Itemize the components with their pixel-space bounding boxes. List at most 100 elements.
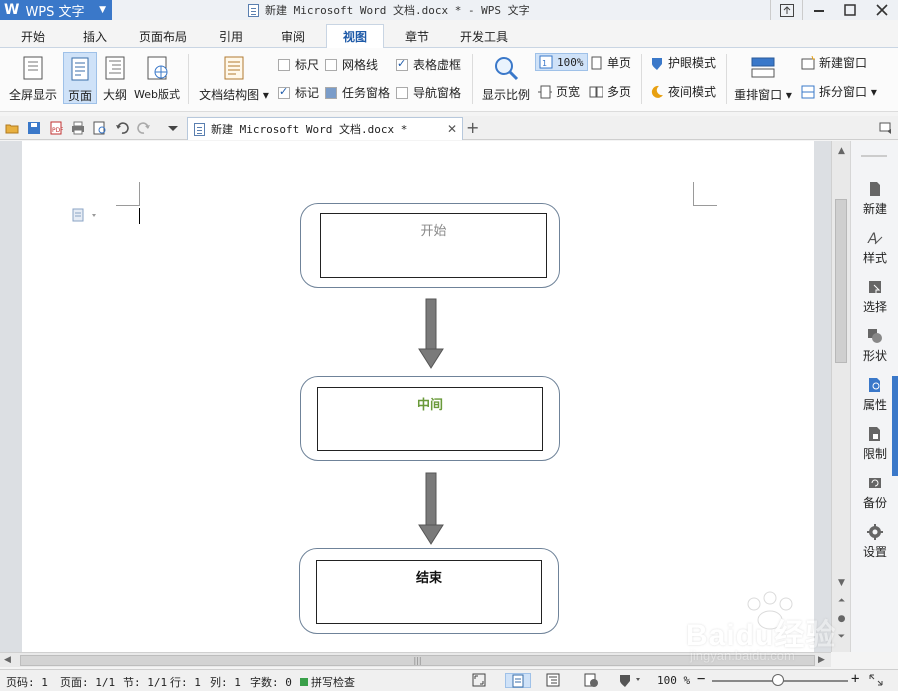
select-browse-icon[interactable]: ● [832,611,851,627]
undo-icon[interactable] [115,121,129,135]
table-gridlines-checkbox-box[interactable] [396,57,408,71]
ribbon-divider [641,54,642,104]
eye-mode-button[interactable]: 护眼模式 [650,54,716,71]
tab-references[interactable]: 引用 [206,24,256,48]
app-menu-button[interactable]: W WPS 文字 ▼ [0,0,112,20]
sidepanel-item-select[interactable]: 选择 [851,279,898,315]
style-icon: A [867,230,883,247]
multi-page-button[interactable]: 多页 [589,83,631,100]
new-window-button[interactable]: 新建窗口 [801,54,867,71]
nav-pane-checkbox-box[interactable] [396,86,408,99]
vertical-scroll-thumb[interactable] [835,199,847,363]
side-panel-expand-handle[interactable] [892,376,898,476]
next-page-icon[interactable]: ⏷ [832,629,851,645]
ruler-checkbox-box[interactable] [278,58,290,71]
zoom-ratio-label: 显示比例 [481,88,530,102]
marks-checkbox[interactable]: 标记 [278,84,319,101]
web-view-status-icon[interactable] [583,673,599,688]
flowchart-node-middle-box[interactable]: 中间 [317,387,543,451]
document-page[interactable]: 开始 中间 结束 [22,141,814,652]
outline-label: 大纲 [102,88,127,102]
print-icon[interactable] [71,121,85,135]
sidepanel-item-style[interactable]: A 样式 [851,230,898,266]
split-window-button[interactable]: 拆分窗口 ▾ [801,83,877,100]
window-title: 新建 Microsoft Word 文档.docx * - WPS 文字 [248,0,530,20]
sidepanel-item-shape[interactable]: 形状 [851,328,898,364]
tab-view[interactable]: 视图 [326,24,384,49]
scroll-right-icon[interactable]: ▶ [818,655,825,665]
doc-structure-button[interactable]: 文档结构图 ▾ [196,54,272,103]
vertical-scrollbar[interactable]: ▲ ▼ ⏶ ● ⏷ [831,141,850,652]
page-width-button[interactable]: 页宽 [538,83,580,100]
tab-insert[interactable]: 插入 [70,24,120,48]
zoom-100-button[interactable]: 1 100% [535,53,588,71]
app-name: WPS 文字 [25,4,85,20]
table-gridlines-checkbox[interactable]: 表格虚框 [396,56,461,73]
ribbon-view: 全屏显示 页面 大纲 Web版式 文档结构图 ▾ 标尺 网格线 表格虚框 [0,48,898,112]
new-tab-icon[interactable]: + [466,118,479,137]
page-view-status-icon[interactable] [505,673,531,688]
outline-view-status-icon[interactable] [545,673,561,688]
close-tab-icon[interactable]: ✕ [447,122,457,136]
web-layout-button[interactable]: Web版式 [134,54,180,102]
flowchart-node-start-box[interactable]: 开始 [320,213,547,278]
prev-page-icon[interactable]: ⏶ [832,593,851,609]
upload-icon[interactable] [770,0,802,20]
document-tab[interactable]: 新建 Microsoft Word 文档.docx * ✕ [187,117,463,140]
paragraph-handle-icon[interactable] [72,208,100,225]
sidepanel-item-properties[interactable]: 属性 [851,377,898,413]
arrange-windows-button[interactable]: 重排窗口 ▾ [733,54,793,103]
fit-window-icon[interactable] [868,673,884,688]
single-page-button[interactable]: 单页 [589,54,631,71]
sidepanel-label-restrict: 限制 [862,447,887,461]
outline-view-button[interactable]: 大纲 [99,54,131,103]
flowchart-node-middle-label: 中间 [416,398,443,413]
horizontal-scrollbar[interactable]: ◀ ||| ▶ [0,652,831,667]
redo-icon[interactable] [137,121,151,135]
task-pane-checkbox[interactable]: 任务窗格 [325,84,390,101]
zoom-in-icon[interactable]: + [851,671,859,687]
tab-review[interactable]: 审阅 [268,24,318,48]
qa-dropdown-icon[interactable] [166,123,180,137]
zoom-percent[interactable]: 100 % [657,674,690,687]
print-preview-icon[interactable] [93,121,107,135]
marks-checkbox-box[interactable] [278,85,290,99]
gridlines-checkbox-box[interactable] [325,58,337,71]
sidepanel-item-restrict[interactable]: 限制 [851,426,898,462]
tab-chapter[interactable]: 章节 [392,24,442,48]
zoom-out-icon[interactable]: − [697,671,705,687]
ribbon-toggle-icon[interactable] [879,121,893,135]
eye-protect-status-icon[interactable] [618,673,648,688]
maximize-button[interactable] [834,0,866,20]
zoom-slider-thumb[interactable] [772,674,784,686]
scroll-up-icon[interactable]: ▲ [832,143,851,159]
gridlines-checkbox[interactable]: 网格线 [325,56,378,73]
tab-developer[interactable]: 开发工具 [452,24,516,48]
tab-home[interactable]: 开始 [8,24,58,48]
open-folder-icon[interactable] [5,121,19,135]
lock-doc-icon [867,426,883,442]
horizontal-scroll-thumb[interactable]: ||| [20,655,815,666]
sidepanel-item-backup[interactable]: 备份 [851,475,898,511]
scroll-down-icon[interactable]: ▼ [832,575,851,591]
save-icon[interactable] [27,121,41,135]
tab-page-layout[interactable]: 页面布局 [133,24,193,48]
pdf-icon[interactable]: PDF [49,121,64,135]
scroll-left-icon[interactable]: ◀ [4,655,11,665]
minimize-button[interactable] [802,0,834,20]
fullscreen-button[interactable]: 全屏显示 [6,54,60,103]
ruler-checkbox[interactable]: 标尺 [278,56,319,73]
nav-pane-checkbox[interactable]: 导航窗格 [396,84,461,101]
spell-check-button[interactable]: 拼写检查 [300,674,355,690]
zoom-ratio-button[interactable]: 显示比例 [478,54,534,103]
close-button[interactable] [866,0,898,20]
fullscreen-view-icon[interactable] [471,673,487,688]
flowchart-node-end-box[interactable]: 结束 [316,560,542,624]
page-view-button[interactable]: 页面 [63,52,97,104]
night-mode-button[interactable]: 夜间模式 [650,83,716,100]
status-page-code: 页码: 1 [6,676,48,689]
sidepanel-item-settings[interactable]: 设置 [851,524,898,560]
sidepanel-item-new[interactable]: 新建 [851,181,898,217]
margin-corner-marker [116,182,140,206]
task-pane-checkbox-box[interactable] [325,86,337,99]
